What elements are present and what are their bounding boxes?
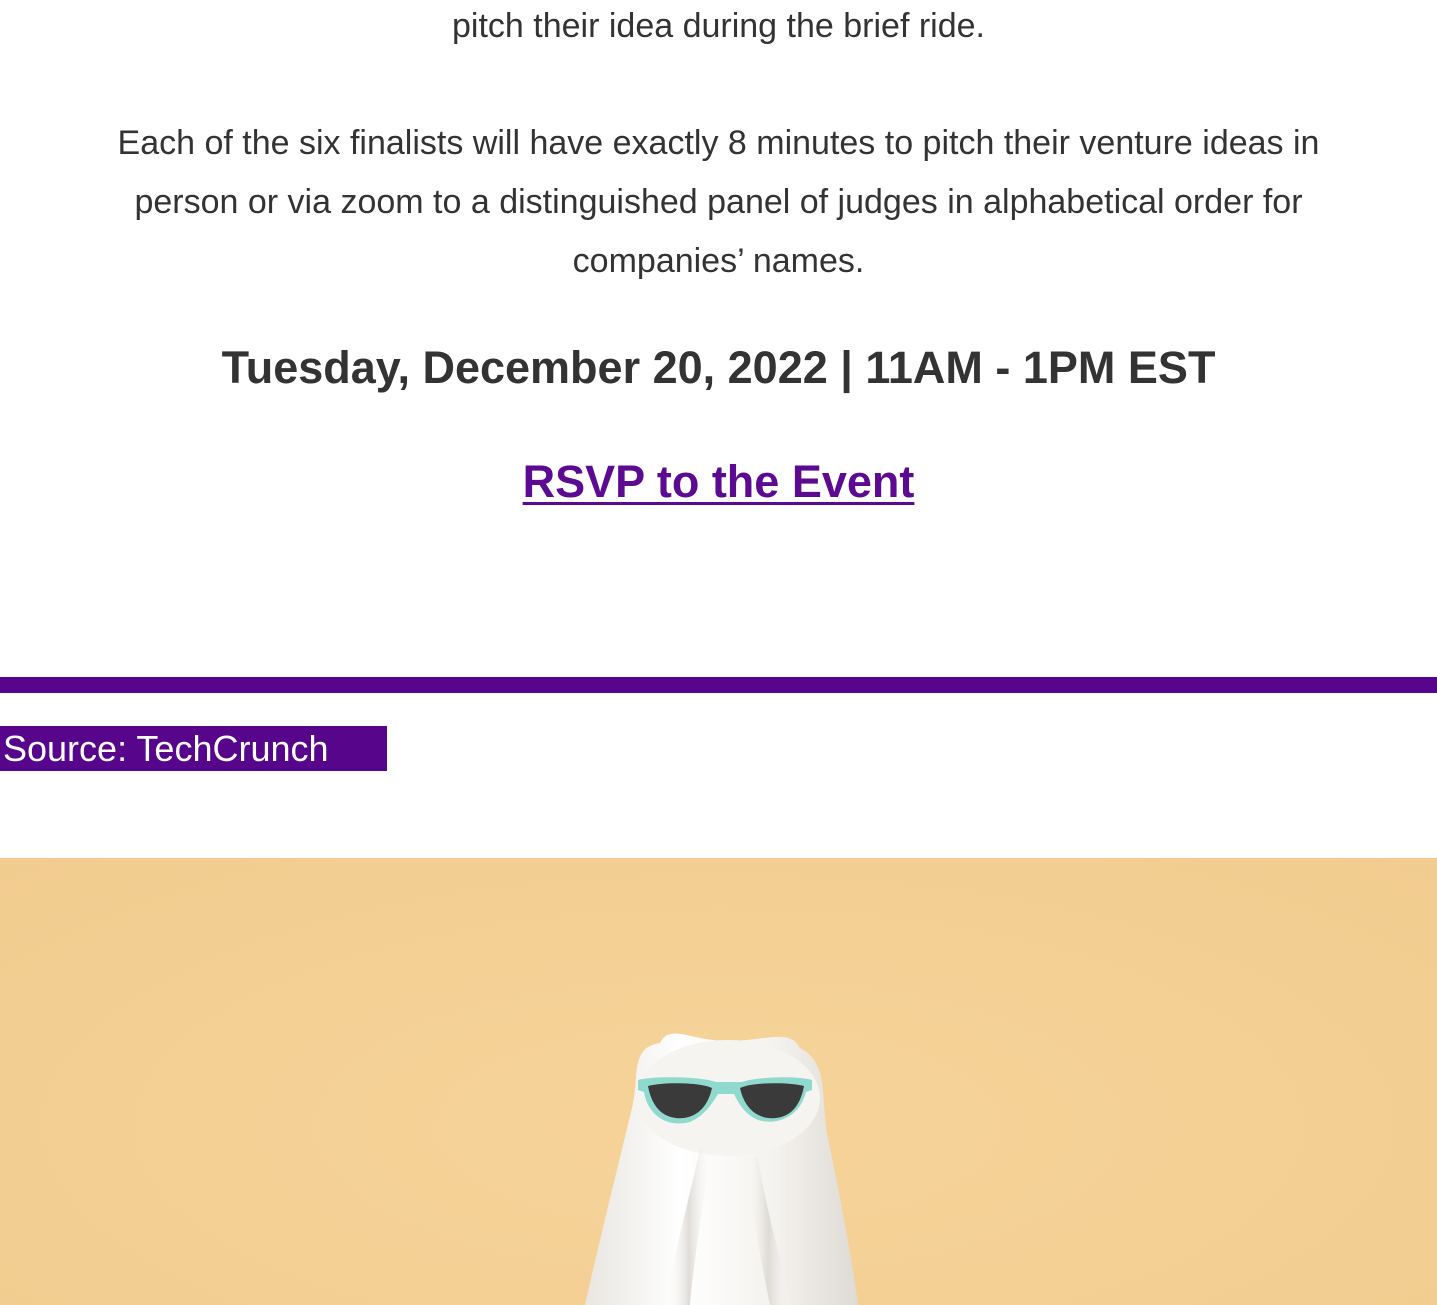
rsvp-container: RSVP to the Event [0,454,1437,521]
event-date-heading: Tuesday, December 20, 2022 | 11AM - 1PM … [221,342,1216,393]
article-image[interactable] [0,858,1437,1305]
ghost-icon [585,1033,858,1305]
finalists-paragraph: Each of the six finalists will have exac… [0,114,1437,291]
finalists-paragraph-line-1: Each of the six finalists will have exac… [117,124,1320,162]
intro-paragraph-end: pitch their idea during the brief ride. [452,7,985,45]
newsletter-page: pitch their idea during the brief ride. … [0,0,1437,1305]
finalists-paragraph-line-2: person or via zoom to a distinguished pa… [134,183,1303,221]
rsvp-link[interactable]: RSVP to the Event [523,456,915,507]
section-divider [0,677,1437,693]
source-label: Source: TechCrunch [0,726,387,771]
finalists-paragraph-line-3: companies’ names. [572,242,865,280]
